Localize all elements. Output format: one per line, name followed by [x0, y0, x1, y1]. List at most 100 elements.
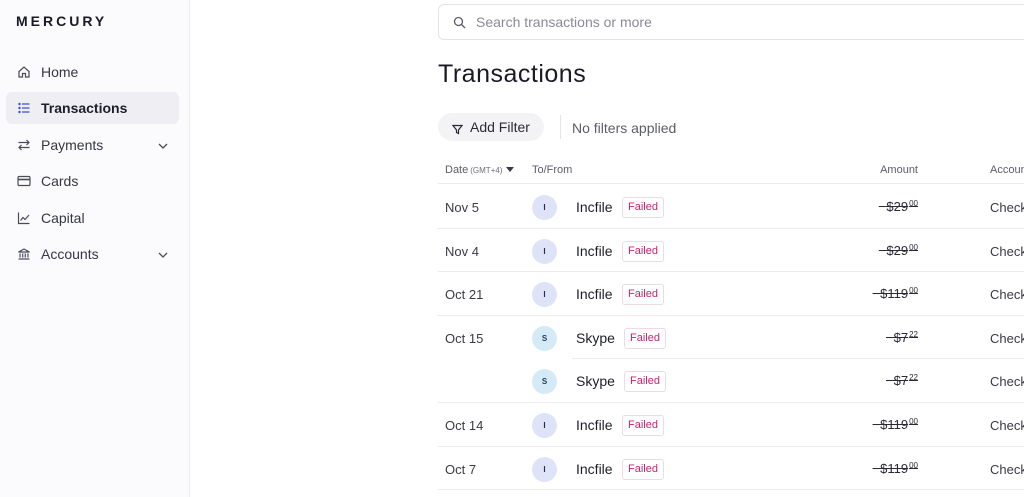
merchant-name: Incfile [576, 286, 613, 303]
sidebar-item-transactions[interactable]: Transactions [6, 92, 179, 125]
sidebar-item-capital[interactable]: Capital [6, 202, 179, 234]
status-badge: Failed [622, 414, 664, 436]
transaction-account: Checking [990, 287, 1024, 303]
transaction-account: Checking [990, 330, 1024, 346]
merchant-avatar: I [532, 456, 557, 482]
home-icon [17, 65, 31, 79]
merchant-name: Skype [576, 373, 615, 390]
table-row[interactable]: S Skype Failed −$722 Checking [438, 359, 1024, 403]
amount-cents: 22 [909, 329, 918, 339]
page-title: Transactions [438, 60, 587, 88]
amount-cents: 00 [909, 242, 918, 252]
table-header: Date(GMT+4) To/From Amount Account [438, 158, 1024, 184]
amount-main: −$119 [872, 416, 909, 432]
sidebar-item-label: Cards [41, 173, 79, 190]
list-icon [17, 101, 31, 115]
sidebar-item-cards[interactable]: Cards [6, 165, 179, 197]
merchant-avatar: S [532, 325, 557, 351]
column-header-date[interactable]: Date (GMT+4) [445, 164, 515, 176]
sidebar-item-label: Home [41, 64, 79, 80]
search-bar[interactable] [438, 4, 1024, 40]
sidebar-item-home[interactable]: Home [6, 56, 179, 88]
column-header-account: Account [990, 164, 1024, 176]
amount-main: −$7 [886, 329, 909, 345]
amount-main: −$29 [878, 242, 909, 258]
credit-card-icon [17, 174, 31, 188]
transaction-account: Checking [990, 200, 1024, 215]
bank-icon [17, 247, 31, 261]
status-badge: Failed [622, 197, 664, 218]
mercury-logo[interactable]: MERCURY [16, 13, 107, 29]
sidebar-item-label: Capital [41, 209, 85, 226]
table-row[interactable]: Oct 15 S Skype Failed −$722 Checking [438, 316, 1024, 360]
sidebar-item-payments[interactable]: Payments [6, 129, 179, 161]
amount-main: −$7 [886, 373, 909, 389]
sidebar-item-label: Payments [41, 136, 104, 153]
merchant-name: Incfile [576, 416, 613, 433]
arrows-swap-icon [17, 138, 31, 152]
chevron-down-icon[interactable] [157, 248, 169, 260]
transaction-amount: −$11900 [873, 286, 918, 301]
sidebar-item-label: Accounts [41, 245, 99, 262]
sidebar-item-label: Transactions [41, 100, 128, 117]
merchant-avatar: I [532, 195, 557, 220]
filter-icon [451, 122, 464, 134]
merchant-name: Skype [576, 329, 615, 346]
transaction-amount: −$722 [886, 330, 918, 345]
transaction-date: Oct 14 [445, 417, 484, 433]
sidebar-nav: Home Transactions Payments Cards Capital… [6, 56, 179, 274]
transaction-date: Oct 21 [445, 287, 484, 303]
column-header-date-label: Date [445, 164, 469, 176]
amount-cents: 00 [909, 199, 918, 208]
amount-main: −$119 [872, 286, 909, 302]
transaction-account: Checking [990, 461, 1024, 477]
transaction-amount: −$11900 [873, 417, 918, 432]
merchant-avatar: S [532, 369, 557, 395]
table-row[interactable]: Nov 5 I Incfile Failed −$2900 Checking [438, 185, 1024, 229]
transactions-table: Nov 5IIncfileFailed−$2900CheckingNov 4II… [438, 185, 1024, 491]
table-row[interactable]: Oct 14 I Incfile Failed −$11900 Checking [438, 403, 1024, 447]
table-row[interactable]: Oct 21 I Incfile Failed −$11900 Checking [438, 272, 1024, 316]
amount-main: −$29 [878, 199, 909, 214]
filter-status: No filters applied [572, 120, 677, 136]
transaction-date: Oct 7 [445, 461, 477, 477]
status-badge: Failed [624, 371, 666, 393]
row-divider [438, 489, 1024, 491]
transaction-account: Checking [990, 243, 1024, 259]
merchant-name: Incfile [576, 242, 613, 259]
search-input[interactable] [476, 14, 976, 30]
transaction-amount: −$2900 [879, 199, 918, 214]
column-header-to-from: To/From [532, 164, 573, 176]
transaction-account: Checking [990, 417, 1024, 433]
merchant-name: Incfile [576, 199, 613, 215]
timezone-label: (GMT+4) [470, 166, 503, 175]
status-badge: Failed [622, 284, 664, 306]
transaction-amount: −$2900 [879, 243, 918, 258]
status-badge: Failed [624, 327, 666, 349]
amount-main: −$119 [872, 460, 909, 476]
table-row[interactable]: Nov 4 I Incfile Failed −$2900 Checking [438, 229, 1024, 273]
transaction-account: Checking [990, 374, 1024, 390]
column-header-amount: Amount [880, 164, 918, 176]
merchant-avatar: I [532, 412, 557, 438]
amount-cents: 22 [909, 373, 918, 383]
transaction-amount: −$722 [886, 373, 918, 388]
merchant-avatar: I [532, 282, 557, 308]
add-filter-label: Add Filter [470, 119, 530, 135]
add-filter-button[interactable]: Add Filter [438, 113, 544, 141]
table-row[interactable]: Oct 7 I Incfile Failed −$11900 Checking [438, 447, 1024, 491]
sidebar: MERCURY Home Transactions Payments Cards… [0, 0, 190, 497]
sort-desc-icon [506, 167, 515, 172]
status-badge: Failed [622, 240, 664, 262]
transaction-date: Nov 5 [445, 200, 479, 215]
chevron-down-icon[interactable] [157, 139, 169, 151]
status-badge: Failed [622, 458, 664, 480]
search-icon [453, 16, 466, 29]
transaction-amount: −$11900 [873, 461, 918, 476]
amount-cents: 00 [909, 286, 918, 296]
transaction-date: Oct 15 [445, 330, 484, 346]
sidebar-item-accounts[interactable]: Accounts [6, 238, 179, 270]
amount-cents: 00 [909, 416, 918, 426]
transaction-date: Nov 4 [445, 243, 479, 259]
amount-cents: 00 [909, 460, 918, 470]
